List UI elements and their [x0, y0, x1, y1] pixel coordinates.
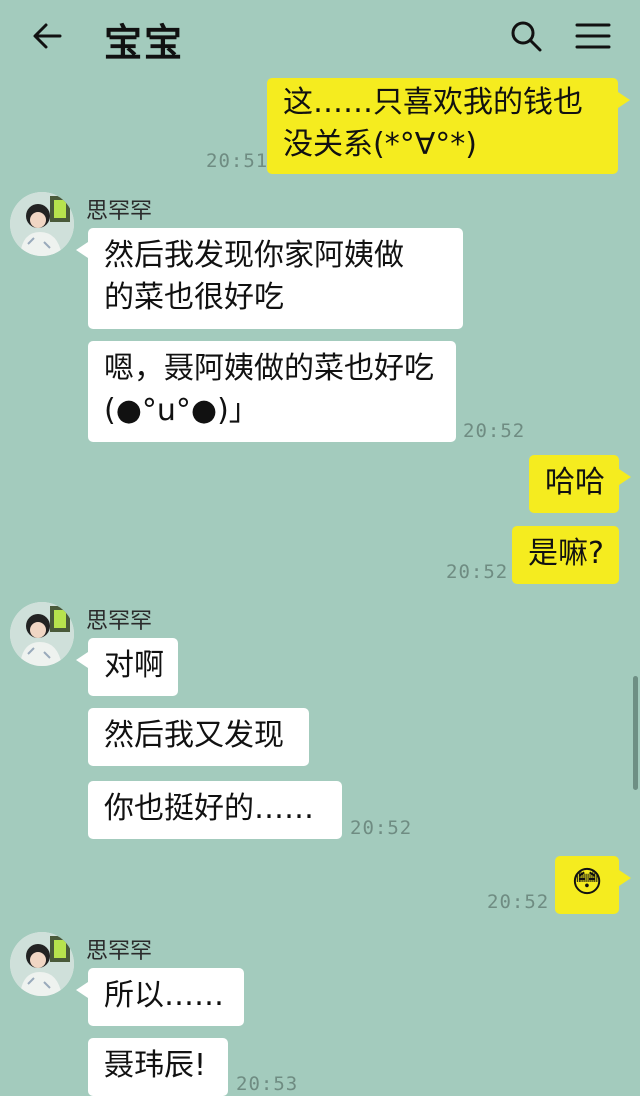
- person-avatar-icon: [10, 602, 74, 666]
- message-bubble-outgoing[interactable]: 这……只喜欢我的钱也 没关系(*°∀°*): [267, 78, 630, 174]
- search-icon[interactable]: [508, 18, 544, 54]
- message-line: (●°u°●)」: [104, 393, 259, 428]
- message-timestamp: 20:52: [463, 420, 526, 442]
- flushed-face-emoji: 😳: [571, 865, 603, 900]
- contact-avatar[interactable]: [10, 192, 74, 256]
- message-bubble-outgoing[interactable]: 😳: [555, 856, 631, 914]
- message-line: 聂玮辰!: [104, 1048, 207, 1083]
- message-line: 是嘛?: [528, 536, 604, 571]
- sender-name: 思罕罕: [86, 939, 153, 964]
- person-avatar-icon: [10, 192, 74, 256]
- message-bubble-incoming[interactable]: 嗯，聂阿姨做的菜也好吃 (●°u°●)」: [88, 341, 456, 442]
- message-line: 没关系(*°∀°*): [283, 127, 477, 162]
- message-line: 所以……: [104, 978, 224, 1013]
- chat-title: 宝宝: [104, 20, 185, 65]
- message-bubble-outgoing[interactable]: 哈哈: [529, 455, 631, 513]
- message-line: 对啊: [104, 648, 164, 683]
- message-bubble-incoming[interactable]: 所以……: [76, 968, 244, 1026]
- contact-avatar[interactable]: [10, 932, 74, 996]
- message-line: 这……只喜欢我的钱也: [283, 85, 583, 120]
- message-bubble-incoming[interactable]: 然后我又发现: [88, 708, 309, 766]
- message-timestamp: 20:53: [236, 1073, 299, 1095]
- message-bubble-incoming[interactable]: 对啊: [76, 638, 178, 696]
- message-line: 然后我发现你家阿姨做: [104, 238, 404, 273]
- message-line: 然后我又发现: [104, 718, 284, 753]
- message-bubble-outgoing[interactable]: 是嘛?: [512, 526, 619, 584]
- sender-name: 思罕罕: [86, 199, 153, 224]
- message-bubble-incoming[interactable]: 聂玮辰!: [88, 1038, 228, 1096]
- hamburger-menu-icon[interactable]: [574, 18, 612, 54]
- message-bubble-incoming[interactable]: 你也挺好的……: [88, 781, 342, 839]
- message-bubble-incoming[interactable]: 然后我发现你家阿姨做 的菜也很好吃: [76, 228, 463, 329]
- message-timestamp: 20:51: [206, 150, 269, 172]
- scrollbar[interactable]: [633, 676, 638, 790]
- message-line: 嗯，聂阿姨做的菜也好吃: [104, 351, 434, 386]
- person-avatar-icon: [10, 932, 74, 996]
- sender-name: 思罕罕: [86, 609, 153, 634]
- message-line: 你也挺好的……: [104, 791, 314, 826]
- message-line: 哈哈: [545, 465, 605, 500]
- top-bar: 宝宝: [0, 0, 640, 74]
- message-line: 的菜也很好吃: [104, 280, 284, 315]
- message-timestamp: 20:52: [487, 891, 550, 913]
- arrow-left-icon[interactable]: [30, 18, 66, 54]
- message-timestamp: 20:52: [446, 561, 509, 583]
- message-timestamp: 20:52: [350, 817, 413, 839]
- contact-avatar[interactable]: [10, 602, 74, 666]
